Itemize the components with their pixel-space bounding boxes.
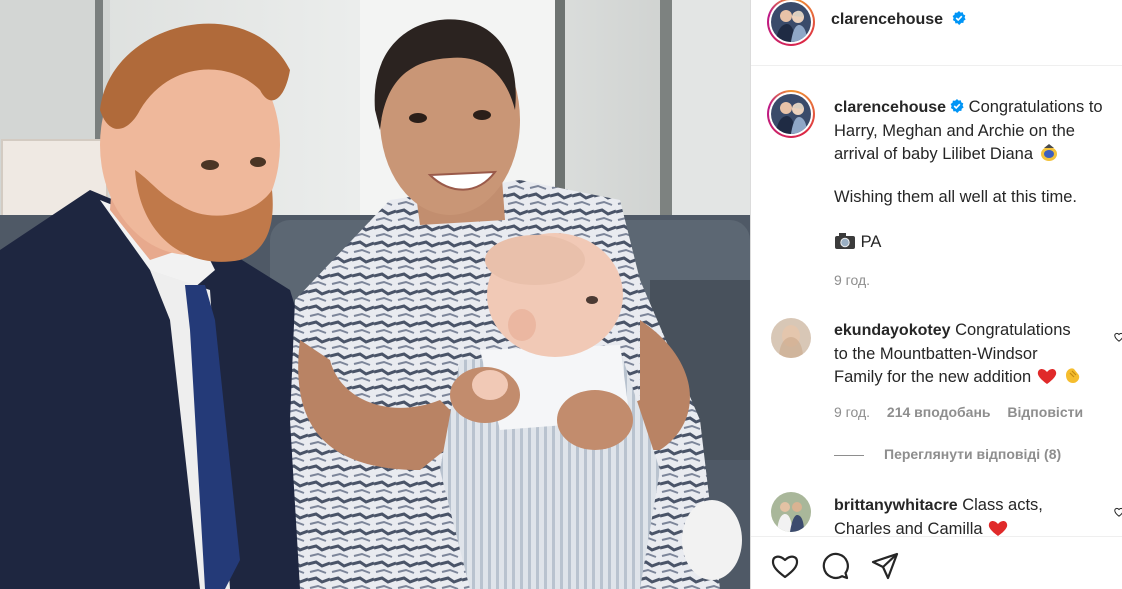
baby-bottle-emoji-icon bbox=[1040, 144, 1057, 161]
photo-illustration bbox=[0, 0, 750, 589]
comment-avatar-ekundayokotey[interactable] bbox=[771, 318, 811, 358]
verified-badge-icon bbox=[952, 11, 966, 25]
caption-line-5: PA bbox=[860, 233, 882, 251]
avatar-photo-icon bbox=[771, 94, 811, 134]
caption-line-2: Harry, Meghan and Archie on the bbox=[834, 121, 1075, 140]
post-side-panel: clarencehouse clarencehouse Congratulati… bbox=[750, 0, 1122, 589]
author-avatar[interactable] bbox=[767, 0, 815, 46]
comment-2-username[interactable]: brittanywhitacre bbox=[834, 497, 958, 514]
comment-1-line-1: Congratulations bbox=[955, 321, 1071, 339]
comment-1-line-2: to the Mountbatten-Windsor bbox=[834, 344, 1038, 363]
comment-2-line-1: Class acts, bbox=[962, 496, 1043, 514]
comment-1-time[interactable]: 9 год. bbox=[834, 404, 870, 420]
share-icon bbox=[871, 552, 899, 580]
heart-icon bbox=[771, 555, 799, 579]
red-heart-emoji-icon bbox=[988, 520, 1008, 536]
share-button[interactable] bbox=[870, 551, 900, 581]
like-button[interactable] bbox=[770, 551, 800, 581]
verified-badge-icon bbox=[950, 99, 964, 113]
avatar-photo-icon bbox=[771, 2, 811, 42]
comment-1: ekundayokotey Congratulations to the Mou… bbox=[834, 319, 1114, 389]
post-header: clarencehouse bbox=[751, 0, 1122, 66]
caption-meta: 9 год. bbox=[834, 272, 883, 288]
comment-1-line-3: Family for the new addition bbox=[834, 368, 1032, 386]
comment-1-reply-button[interactable]: Відповісти bbox=[1007, 404, 1083, 420]
comment-2-like-icon[interactable] bbox=[1114, 507, 1122, 517]
camera-icon bbox=[835, 233, 855, 249]
comment-icon bbox=[822, 552, 849, 580]
caption-photo-credit: PA bbox=[834, 231, 1114, 254]
comment-1-likes[interactable]: 214 вподобань bbox=[887, 404, 991, 420]
comment-2: brittanywhitacre Class acts, Charles and… bbox=[834, 494, 1114, 540]
caption-time[interactable]: 9 год. bbox=[834, 272, 870, 288]
view-replies-button[interactable]: Переглянути відповіді (8) bbox=[884, 446, 1061, 462]
comment-2-line-2: Charles and Camilla bbox=[834, 519, 983, 538]
view-replies-divider bbox=[834, 455, 864, 456]
author-name-row: clarencehouse bbox=[831, 11, 966, 29]
caption-line-1: Congratulations to bbox=[968, 98, 1103, 116]
comment-1-username[interactable]: ekundayokotey bbox=[834, 322, 950, 339]
comment-button[interactable] bbox=[820, 551, 850, 581]
comment-1-like-icon[interactable] bbox=[1114, 332, 1122, 342]
avatar-photo-icon bbox=[771, 492, 811, 532]
post-photo[interactable] bbox=[0, 0, 750, 589]
caption-text: clarencehouse Congratulations to Harry, … bbox=[834, 96, 1114, 166]
post-action-bar bbox=[751, 536, 1122, 589]
comment-1-meta: 9 год. 214 вподобань Відповісти bbox=[834, 404, 1096, 420]
clapping-hands-emoji-icon bbox=[1066, 368, 1080, 383]
caption-username[interactable]: clarencehouse bbox=[834, 99, 946, 116]
avatar-photo-icon bbox=[771, 318, 811, 358]
red-heart-emoji-icon bbox=[1037, 369, 1056, 384]
caption-line-4: Wishing them all well at this time. bbox=[834, 188, 1077, 206]
caption-line-3: arrival of baby Lilibet Diana bbox=[834, 145, 1034, 163]
caption-avatar[interactable] bbox=[767, 90, 815, 138]
comment-avatar-brittanywhitacre[interactable] bbox=[771, 492, 811, 532]
author-username[interactable]: clarencehouse bbox=[831, 11, 943, 28]
